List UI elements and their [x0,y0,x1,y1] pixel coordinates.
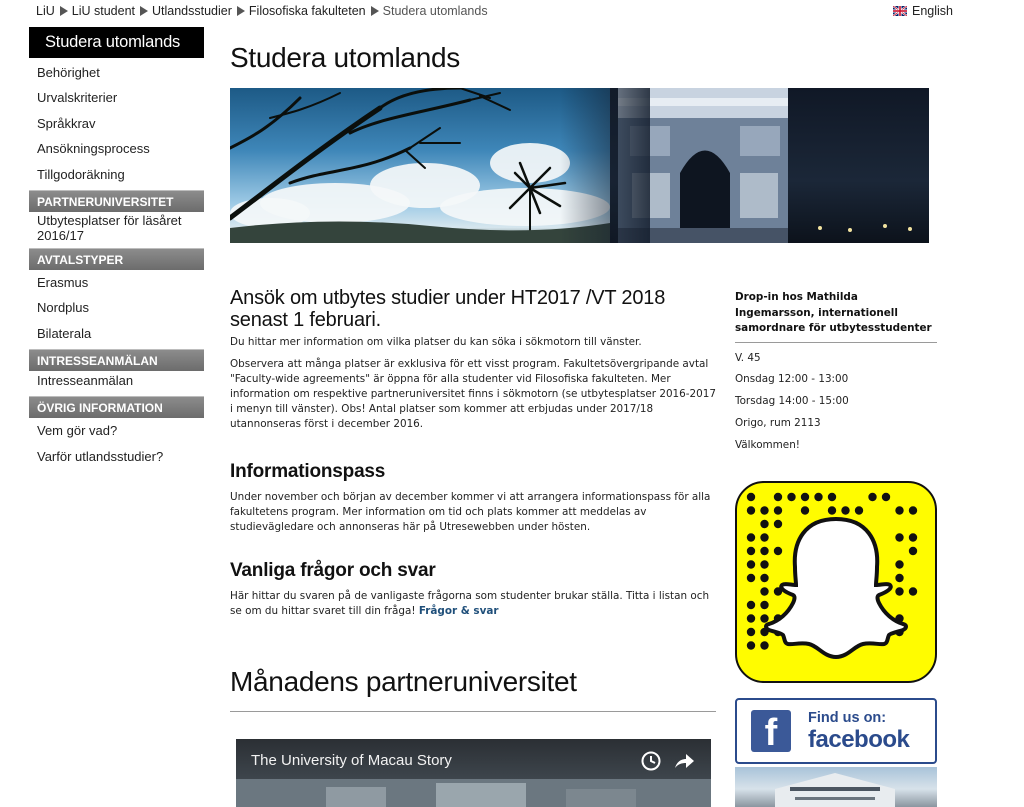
faq-link[interactable]: Frågor & svar [419,605,499,617]
info-heading: Informationspass [230,461,386,482]
sidebar-title[interactable]: Studera utomlands [29,27,204,58]
sidebar-heading-ovrig-information: ÖVRIG INFORMATION [29,396,204,419]
dropin-room: Origo, rum 2113 [735,417,821,429]
section-divider [230,711,716,712]
facebook-logo-icon: f [751,710,791,754]
hero-arch-photo [610,88,929,243]
sidebar-item-tillgodorakning[interactable]: Tillgodoräkning [29,162,204,187]
watch-later-clock-icon[interactable] [641,751,661,771]
breadcrumb-current: Studera utomlands [382,4,488,18]
breadcrumb-arrow-icon [236,6,245,16]
breadcrumb-utlandsstudier[interactable]: Utlandsstudier [152,4,232,18]
sidebar-item-urvalskriterier[interactable]: Urvalskriterier [29,85,204,110]
sidebar-nav: Studera utomlands Behörighet Urvalskrite… [29,27,204,469]
facebook-find-us-label: Find us on: [808,710,887,726]
faq-heading: Vanliga frågor och svar [230,560,436,581]
page-title: Studera utomlands [230,42,460,73]
sidebar-item-varfor[interactable]: Varför utlandsstudier? [29,444,204,469]
facebook-badge[interactable]: f Find us on: facebook [735,698,937,764]
sidebar-item-sprakkrav[interactable]: Språkkrav [29,111,204,136]
dropin-thursday: Torsdag 14:00 - 15:00 [735,395,849,407]
apply-intro-text: Du hittar mer information om vilka plats… [230,336,642,348]
hero-image [230,88,929,243]
sidebar-item-bilaterala[interactable]: Bilaterala [29,321,204,346]
breadcrumb-liu-student[interactable]: LiU student [72,4,135,18]
sidebar-heading-partneruniversitet: PARTNERUNIVERSITET [29,189,204,212]
breadcrumb-arrow-icon [59,6,68,16]
info-text: Under november och början av december ko… [230,491,711,533]
video-player[interactable]: The University of Macau Story [236,739,711,807]
uk-flag-icon [893,6,907,16]
faq-text: Här hittar du svaren på de vanligaste fr… [230,590,710,617]
breadcrumb-arrow-icon [140,6,148,16]
video-title[interactable]: The University of Macau Story [251,752,452,769]
breadcrumb-filosofiska[interactable]: Filosofiska fakulteten [249,4,366,18]
sidebar-heading-intresseanmalan: INTRESSEANMÄLAN [29,349,204,372]
partner-building-photo[interactable] [735,767,937,807]
dropin-week: V. 45 [735,352,761,364]
facebook-wordmark: facebook [808,726,910,753]
breadcrumb: LiU LiU student Utlandsstudier Filosofis… [36,4,488,18]
sidebar-heading-avtalstyper: AVTALSTYPER [29,247,204,270]
dropin-title: Drop-in hos Mathilda Ingemarsson, intern… [735,291,932,334]
sidebar-item-intresseanmalan[interactable]: Intresseanmälan [29,371,204,393]
dropin-divider [735,342,937,343]
tree-silhouette-icon [230,88,610,243]
apply-details-text: Observera att många platser är exklusiva… [230,358,716,430]
breadcrumb-arrow-icon [370,6,379,16]
breadcrumb-liu[interactable]: LiU [36,4,55,18]
language-switch[interactable]: English [893,4,953,18]
partner-heading: Månadens partneruniversitet [230,666,577,697]
sidebar-item-behorighet[interactable]: Behörighet [29,60,204,85]
language-label: English [912,4,953,18]
sidebar-item-ansokningsprocess[interactable]: Ansökningsprocess [29,136,204,161]
sidebar-item-erasmus[interactable]: Erasmus [29,270,204,295]
dropin-wednesday: Onsdag 12:00 - 13:00 [735,373,849,385]
snapchat-code-icon[interactable] [735,481,937,683]
dropin-welcome: Välkommen! [735,439,800,451]
sidebar-item-nordplus[interactable]: Nordplus [29,295,204,320]
share-arrow-icon[interactable] [673,751,695,771]
sidebar-item-utbytesplatser[interactable]: Utbytesplatser för läsåret 2016/17 [29,212,204,248]
apply-heading: Ansök om utbytes studier under HT2017 /V… [230,287,666,331]
sidebar-item-vem-gor-vad[interactable]: Vem gör vad? [29,418,204,443]
